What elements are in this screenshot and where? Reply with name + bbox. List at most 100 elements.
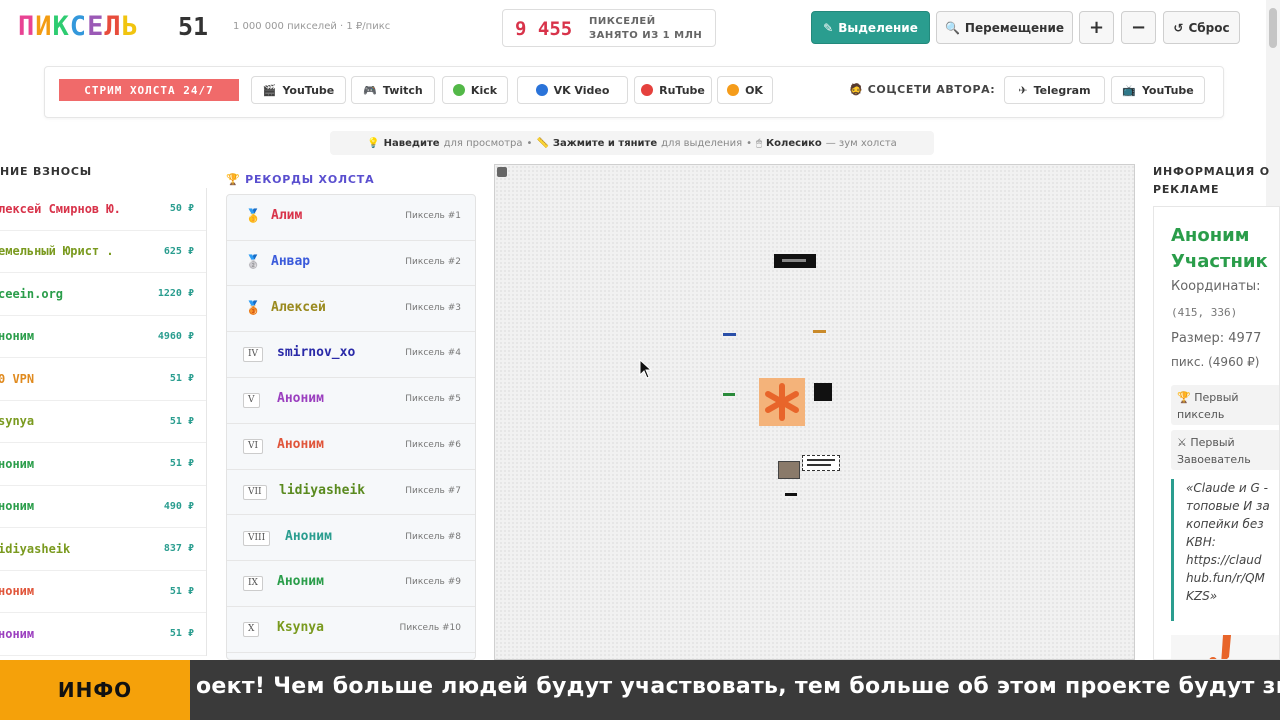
stream-platform-button[interactable]: 🎮 Twitch	[351, 76, 435, 104]
ruler-icon: 📏	[536, 137, 549, 149]
author-social-button[interactable]: ✈ Telegram	[1004, 76, 1105, 104]
stream-platform-button[interactable]: OK	[717, 76, 773, 104]
site-logo[interactable]: ПИКСЕЛЬ	[18, 11, 139, 42]
record-row[interactable]: VI Аноним Пиксель #6	[227, 424, 475, 470]
stream-platform-label: VK Video	[553, 83, 610, 97]
gamepad-icon: 🎮	[363, 83, 377, 97]
reset-button[interactable]: ↺ Сброс	[1163, 11, 1240, 44]
pencil-icon: ✎	[823, 20, 834, 35]
record-pixel-number: Пиксель #3	[405, 302, 461, 313]
contribution-row[interactable]: ноним 51 ₽	[0, 443, 206, 486]
stream-platform-button[interactable]: Kick	[442, 76, 508, 104]
contribution-row[interactable]: ноним 490 ₽	[0, 486, 206, 528]
counter-label-line2: ЗАНЯТО ИЗ 1 МЛН	[589, 30, 703, 41]
contribution-row[interactable]: ноним 4960 ₽	[0, 316, 206, 358]
hint-wheel-text: — зум холста	[825, 137, 897, 149]
contribution-row[interactable]: idiyasheik 837 ₽	[0, 528, 206, 571]
zoom-in-button[interactable]: +	[1079, 11, 1114, 44]
zoom-out-button[interactable]: −	[1121, 11, 1156, 44]
record-rank: IV	[243, 347, 264, 363]
pixel-block-image[interactable]	[778, 461, 800, 479]
record-rank: VIII	[243, 530, 271, 546]
ad-owner-name: Аноним Участник	[1171, 223, 1268, 275]
pixel-block[interactable]	[813, 330, 826, 333]
pixel-canvas[interactable]	[494, 164, 1135, 660]
contribution-amount: 51 ₽	[169, 415, 194, 427]
mouse-cursor-icon	[639, 359, 653, 379]
contributor-name: ноним	[0, 626, 35, 641]
contribution-row[interactable]: лексей Смирнов Ю. 50 ₽	[0, 188, 206, 231]
ticker-text: оект! Чем больше людей будут участвовать…	[196, 674, 1280, 699]
select-tool-button[interactable]: ✎ Выделение	[811, 11, 930, 44]
record-name: smirnov_xo	[277, 345, 356, 361]
record-row[interactable]: VII lidiyasheik Пиксель #7	[227, 470, 475, 516]
vk-dot-icon	[535, 84, 548, 96]
record-pixel-number: Пиксель #5	[405, 394, 461, 405]
pixel-block-text[interactable]	[802, 455, 840, 471]
record-name: Аноним	[277, 437, 324, 452]
record-rank: X	[243, 622, 260, 638]
record-row[interactable]: V Аноним Пиксель #5	[227, 378, 475, 424]
contribution-row[interactable]: ноним 51 ₽	[0, 613, 206, 656]
hint-drag-bold: Зажмите и тяните	[552, 137, 658, 149]
move-tool-button[interactable]: 🔍 Перемещение	[936, 11, 1073, 44]
record-row[interactable]: 🥉 Алексей Пиксель #3	[227, 287, 475, 333]
logo-letter: К	[52, 11, 70, 42]
pixel-block-ad[interactable]	[774, 254, 816, 268]
record-rank: IX	[243, 576, 263, 592]
logo-letter: Ь	[121, 11, 139, 42]
author-social-label: Telegram	[1033, 83, 1091, 97]
record-pixel-number: Пиксель #2	[405, 256, 461, 267]
decorative-shape-icon	[1209, 635, 1231, 659]
contribution-row[interactable]: 0 VPN 51 ₽	[0, 358, 206, 401]
author-social-label: YouTube	[1141, 83, 1194, 97]
pixel-block-text-line	[807, 464, 831, 466]
reset-label: Сброс	[1188, 20, 1230, 35]
pixel-block-logo[interactable]	[759, 378, 805, 426]
hint-hover-text: для просмотра	[443, 137, 523, 149]
contribution-row[interactable]: synya 51 ₽	[0, 401, 206, 443]
recent-contributions-title: НИЕ ВЗНОСЫ	[0, 165, 92, 178]
record-name: Алексей	[271, 299, 326, 315]
hint-separator: •	[746, 137, 752, 149]
size-subtext: пикс. (4960 ₽)	[1171, 355, 1260, 369]
contribution-row[interactable]: ceein.org 1220 ₽	[0, 273, 206, 316]
mouse-icon: 🖱	[756, 137, 762, 149]
pixel-block[interactable]	[723, 393, 735, 396]
move-tool-label: Перемещение	[964, 20, 1065, 35]
record-row[interactable]: X Ksynya Пиксель #10	[227, 607, 475, 653]
contributor-name: idiyasheik	[0, 541, 71, 556]
stream-platform-button[interactable]: 🎬 YouTube	[251, 76, 346, 104]
contributor-name: ceein.org	[0, 286, 64, 301]
record-rank: VII	[243, 484, 267, 500]
hint-drag-text: для выделения	[661, 137, 743, 149]
contributor-name: 0 VPN	[0, 371, 35, 386]
pixel-block[interactable]	[814, 383, 832, 401]
stream-tag[interactable]: СТРИМ ХОЛСТА 24/7	[59, 79, 239, 101]
record-row[interactable]: 🥈 Анвар Пиксель #2	[227, 241, 475, 287]
stream-platform-button[interactable]: VK Video	[517, 76, 628, 104]
logo-letter: И	[35, 11, 53, 42]
top-header: ПИКСЕЛЬ 51 1 000 000 пикселей · 1 ₽/пикс…	[0, 0, 1280, 56]
record-row[interactable]: IX Аноним Пиксель #9	[227, 561, 475, 607]
record-row[interactable]: VIII Аноним Пиксель #8	[227, 516, 475, 562]
contribution-row[interactable]: ноним 51 ₽	[0, 571, 206, 613]
scrollbar-thumb[interactable]	[1269, 8, 1277, 48]
pixel-block[interactable]	[785, 493, 797, 496]
contribution-row[interactable]: емельный Юрист . 625 ₽	[0, 231, 206, 273]
hint-separator: •	[526, 137, 533, 149]
canvas-corner-handle[interactable]	[497, 167, 507, 177]
record-rank: VI	[243, 439, 264, 454]
contribution-amount: 4960 ₽	[157, 330, 194, 342]
record-row[interactable]: Земельный Юрист	[227, 653, 475, 659]
record-row[interactable]: 🥇 Алим Пиксель #1	[227, 195, 475, 241]
pixel-block[interactable]	[723, 333, 736, 336]
recent-contributions-panel: НИЕ ВЗНОСЫ лексей Смирнов Ю. 50 ₽ емельный…	[0, 160, 207, 660]
counter-label-line1: ПИКСЕЛЕЙ	[589, 16, 656, 27]
record-row[interactable]: IV smirnov_xo Пиксель #4	[227, 332, 475, 378]
contributor-name: ноним	[0, 584, 35, 599]
author-social-button[interactable]: 📺 YouTube	[1111, 76, 1205, 104]
contributor-name: ноним	[0, 499, 35, 514]
stream-platform-button[interactable]: RuTube	[634, 76, 712, 104]
ad-info-title-line2: РЕКЛАМЕ	[1153, 183, 1220, 196]
